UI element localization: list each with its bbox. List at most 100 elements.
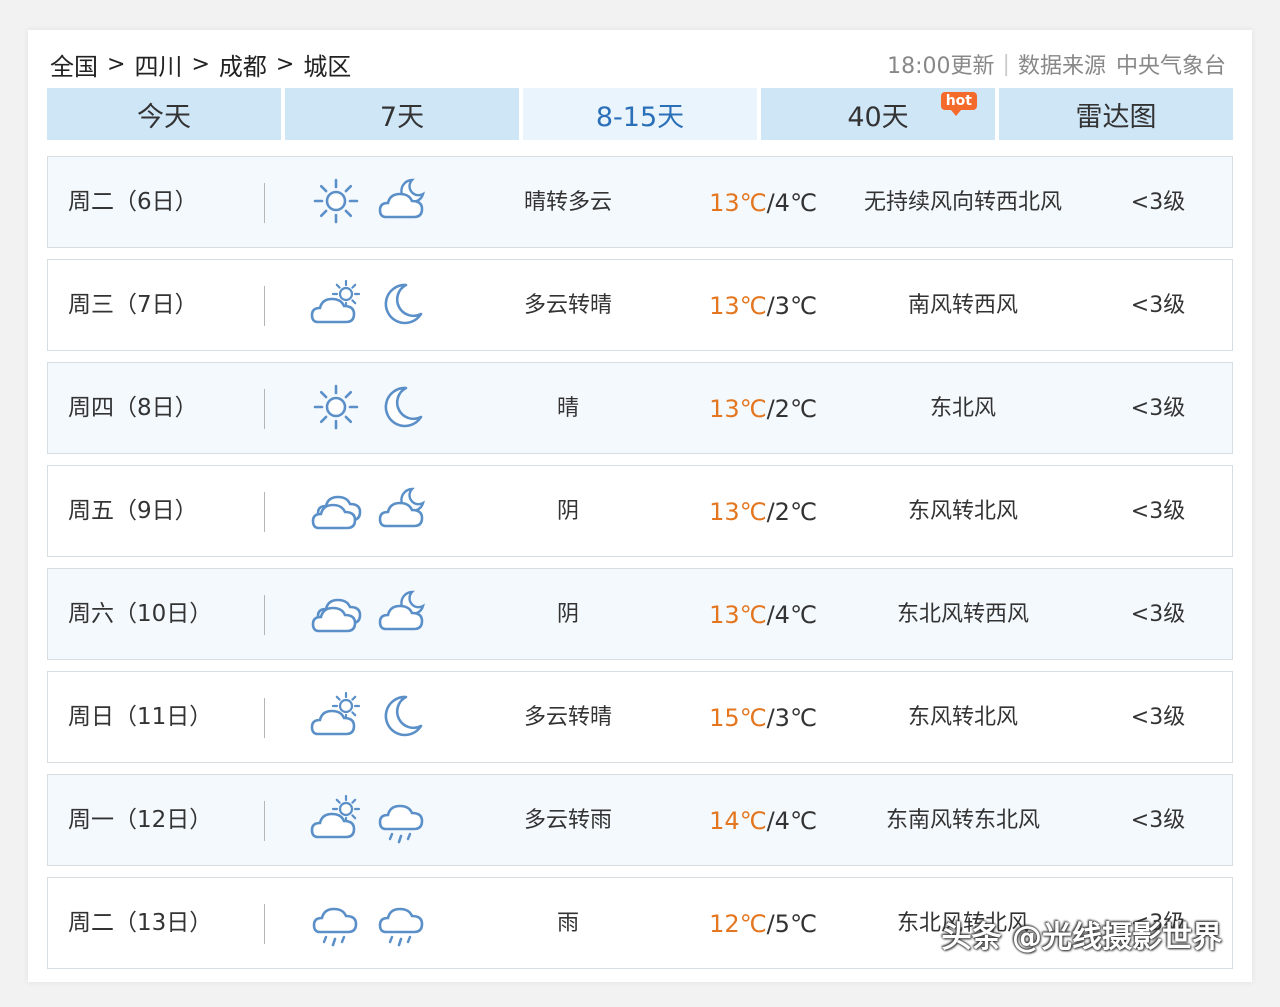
rain-icon [310,896,362,952]
high-temp: 12℃ [709,910,767,938]
day-label: 周二（13日） [68,910,213,936]
hot-badge: hot [940,92,977,116]
overcast-icon [310,484,362,540]
temperature: 14℃/4℃ [709,807,817,835]
sun-icon [310,381,362,437]
weather-icons [310,793,428,849]
day-label: 周三（7日） [68,292,198,318]
tab-today[interactable]: 今天 [47,88,281,140]
low-temp: 3℃ [774,704,817,732]
weather-icons [310,278,428,334]
weather-description: 晴转多云 [523,190,612,215]
moon-icon [376,278,428,334]
high-temp: 13℃ [709,189,767,217]
row-divider [264,183,265,223]
sun-icon [310,175,362,231]
rain-icon [376,896,428,952]
wind-level: <3级 [1130,396,1186,421]
tab-8-15-days[interactable]: 8-15天 [523,88,757,140]
low-temp: 2℃ [774,395,817,423]
day-label: 周一（12日） [68,807,213,833]
update-meta: 18:00更新 | 数据来源 中央气象台 [887,48,1226,80]
row-divider [264,492,265,532]
wind-direction: 东风转北风 [907,499,1018,524]
meta-divider: | [1002,51,1010,77]
breadcrumb-national[interactable]: 全国 [50,47,98,82]
weather-icons [310,484,428,540]
high-temp: 13℃ [709,395,767,423]
wind-direction: 无持续风向转西北风 [863,190,1062,215]
tab-radar[interactable]: 雷达图 [999,88,1233,140]
breadcrumb-chengdu[interactable]: 成都 [219,47,267,82]
temperature: 15℃/3℃ [709,704,817,732]
wind-level: <3级 [1130,190,1186,215]
day-label: 周五（9日） [68,498,198,524]
row-divider [264,595,265,635]
overcast-icon [310,587,362,643]
wind-direction: 东北风转西风 [896,602,1029,627]
wind-level: <3级 [1130,705,1186,730]
weather-description: 阴 [556,499,579,524]
weather-icons [310,587,428,643]
weather-icons [310,690,428,746]
forecast-row: 周一（12日） 多云转雨 14℃/4℃ 东南风转东北风 <3级 [47,774,1233,866]
weather-icons [310,175,428,231]
forecast-row: 周四（8日） 晴 13℃/2℃ 东北风 <3级 [47,362,1233,454]
breadcrumb: 全国 > 四川 > 成都 > 城区 [50,47,351,82]
weather-description: 多云转晴 [523,705,612,730]
tab-label: 8-15天 [595,101,685,133]
weather-panel: 全国 > 四川 > 成都 > 城区 18:00更新 | 数据来源 中央气象台 今… [28,30,1252,982]
weather-description: 多云转雨 [523,808,612,833]
weather-description: 阴 [556,602,579,627]
row-divider [264,286,265,326]
weather-icons [310,896,428,952]
forecast-row: 周三（7日） 多云转晴 13℃/3℃ 南风转西风 <3级 [47,259,1233,351]
moon-icon [376,690,428,746]
temperature: 13℃/2℃ [709,395,817,423]
tab-40-days[interactable]: 40天 hot [761,88,995,140]
low-temp: 4℃ [774,601,817,629]
forecast-row: 周二（6日） 晴转多云 13℃/4℃ 无持续风向转西北风 <3级 [47,156,1233,248]
row-divider [264,389,265,429]
weather-icons [310,381,428,437]
cloud-moon-icon [376,484,428,540]
watermark: 头条 @光线摄影世界 [941,920,1222,955]
row-divider [264,904,265,944]
low-temp: 4℃ [774,189,817,217]
forecast-row: 周日（11日） 多云转晴 15℃/3℃ 东风转北风 <3级 [47,671,1233,763]
weather-description: 多云转晴 [523,293,612,318]
breadcrumb-urban[interactable]: 城区 [303,47,351,82]
temperature: 13℃/2℃ [709,498,817,526]
high-temp: 13℃ [709,498,767,526]
wind-level: <3级 [1130,499,1186,524]
low-temp: 4℃ [774,807,817,835]
tab-label: 40天 [847,101,909,133]
wind-level: <3级 [1130,602,1186,627]
forecast-row: 周五（9日） 阴 13℃/2℃ 东风转北风 <3级 [47,465,1233,557]
breadcrumb-separator: > [107,51,126,77]
cloud-moon-icon [376,587,428,643]
breadcrumb-separator: > [275,51,295,77]
wind-level: <3级 [1130,808,1186,833]
moon-icon [376,381,428,437]
wind-direction: 东北风 [929,396,996,421]
low-temp: 2℃ [774,498,817,526]
rain-icon [376,793,428,849]
top-bar: 全国 > 四川 > 成都 > 城区 18:00更新 | 数据来源 中央气象台 [50,46,1226,82]
temperature: 13℃/4℃ [709,601,817,629]
low-temp: 5℃ [774,910,817,938]
wind-direction: 南风转西风 [907,293,1018,318]
update-time: 18:00更新 [887,54,995,79]
temperature: 13℃/4℃ [709,189,817,217]
tab-7-days[interactable]: 7天 [285,88,519,140]
cloud-moon-icon [376,175,428,231]
partly-cloudy-icon [310,793,362,849]
source-name: 中央气象台 [1115,54,1226,79]
low-temp: 3℃ [774,292,817,320]
day-label: 周四（8日） [68,395,198,421]
forecast-tabs: 今天 7天 8-15天 40天 hot 雷达图 [47,88,1233,140]
high-temp: 15℃ [709,704,767,732]
partly-cloudy-icon [310,690,362,746]
forecast-list: 周二（6日） 晴转多云 13℃/4℃ 无持续风向转西北风 <3级 周三（7日） 多云转晴 13… [47,156,1233,980]
breadcrumb-sichuan[interactable]: 四川 [134,47,182,82]
